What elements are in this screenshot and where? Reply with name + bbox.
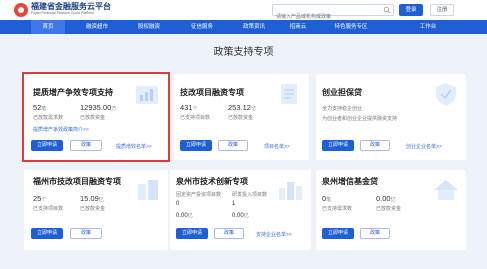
stat-label: 已放款资金: [376, 206, 402, 212]
nav-financing-market[interactable]: 融资超市: [79, 20, 115, 34]
card-title: 泉州增信基金贷: [322, 177, 378, 186]
stat-label: 固定资产投资项目数: [176, 192, 222, 198]
card-title: 创业担保贷: [322, 88, 362, 97]
carousel-pagination: [232, 261, 252, 269]
stat-value: 0.00亿: [232, 213, 249, 219]
card-title: 泉州市技术创新专项: [176, 177, 248, 186]
stat-label: 已支持项目数: [180, 115, 211, 121]
top-header: 福建省金融服务云平台 Fujian Financial Services Clo…: [0, 0, 487, 22]
stat-label: 已放款资金: [80, 206, 106, 212]
nav-home[interactable]: 首页: [31, 20, 65, 34]
stat-label: 已支持项目数: [33, 206, 64, 212]
stat-value: 0: [176, 201, 180, 207]
card-description: 为创业者和创业企业提供融资支持: [322, 116, 398, 122]
login-button[interactable]: 登录: [399, 4, 423, 16]
document-illustration-icon: [281, 84, 297, 104]
policy-button[interactable]: 政策: [360, 140, 390, 151]
stat-value: 253.12亿: [228, 103, 256, 112]
shield-illustration-icon: [436, 83, 456, 106]
stat-label: 研发投入项目数: [232, 192, 268, 198]
stat-value: 0笔: [322, 194, 332, 203]
search-icon[interactable]: [383, 6, 391, 14]
policy-card-fuzhou-tech[interactable]: 福州市技改项目融资专项 25个 已支持项目数 15.09亿 已放款资金 立即申请…: [24, 170, 168, 250]
search-box: [272, 4, 394, 22]
list-link[interactable]: 支持企业名单>>: [256, 231, 292, 238]
stat-value: 15.09亿: [80, 194, 104, 203]
brand-title: 福建省金融服务云平台: [31, 2, 111, 11]
brand[interactable]: 福建省金融服务云平台 Fujian Financial Services Clo…: [31, 2, 111, 16]
stat-value: 0.00亿: [176, 213, 193, 219]
stat-label: 已放款资金: [228, 115, 254, 121]
house-illustration-icon: [434, 180, 458, 200]
policy-button[interactable]: 政策: [360, 228, 390, 239]
platform-logo[interactable]: [14, 3, 28, 17]
building-illustration-icon: [138, 180, 158, 200]
list-link[interactable]: 项目名单>>: [264, 143, 290, 150]
card-title: 福州市技改项目融资专项: [33, 177, 121, 186]
policy-card-quanzhou-innovation[interactable]: 泉州市技术创新专项 固定资产投资项目数 研发投入项目数 0 1 0.00亿 0.…: [170, 170, 311, 250]
stat-label: 已支持需求数: [322, 206, 353, 212]
policy-button[interactable]: 政策: [214, 228, 244, 239]
apply-button[interactable]: 立即申请: [176, 228, 208, 239]
nav-equity-financing[interactable]: 股权融资: [131, 20, 167, 34]
stat-value: 431个: [180, 103, 198, 112]
policy-card-startup-loan[interactable]: 创业担保贷 全力支持稳企创业 为创业者和创业企业提供融资支持 立即申请 政策 创…: [316, 74, 466, 160]
nav-policy-news[interactable]: 政策资讯: [236, 20, 272, 34]
apply-button[interactable]: 立即申请: [322, 228, 354, 239]
card-title: 技改项目融资专项: [180, 88, 244, 97]
apply-button[interactable]: 立即申请: [31, 228, 63, 239]
city-illustration-icon: [279, 182, 302, 200]
policy-card-tech-reform[interactable]: 技改项目融资专项 431个 已支持项目数 253.12亿 已放款资金 立即申请 …: [174, 74, 309, 160]
stat-value: 0.00亿: [376, 194, 396, 203]
nav-investment-cloud[interactable]: 招商云: [283, 20, 313, 34]
policy-card-quanzhou-credit-fund[interactable]: 泉州增信基金贷 0笔 已支持需求数 0.00亿 已放款资金 立即申请 政策: [316, 170, 466, 250]
nav-special-services[interactable]: 特色服务专区: [326, 20, 376, 34]
list-link[interactable]: 创业企业名单>>: [406, 143, 442, 150]
brand-subtitle: Fujian Financial Services Cloud Platform: [31, 11, 95, 15]
policy-button[interactable]: 政策: [218, 140, 248, 151]
stat-value: 1: [232, 201, 236, 207]
policy-button[interactable]: 政策: [70, 228, 102, 239]
stat-value: 25个: [33, 194, 47, 203]
highlight-box: [22, 72, 170, 162]
nav-credit-service[interactable]: 征信服务: [184, 20, 220, 34]
apply-button[interactable]: 立即申请: [322, 140, 354, 151]
apply-button[interactable]: 立即申请: [180, 140, 212, 151]
nav-workbench[interactable]: 工作台: [413, 20, 443, 34]
main-nav: 首页 融资超市 股权融资 征信服务 政策资讯 招商云 特色服务专区 工作台: [0, 20, 487, 34]
card-description: 全力支持稳企创业: [322, 106, 363, 112]
section-title: 政策支持专项: [213, 47, 274, 58]
register-button[interactable]: 注册: [430, 4, 454, 16]
